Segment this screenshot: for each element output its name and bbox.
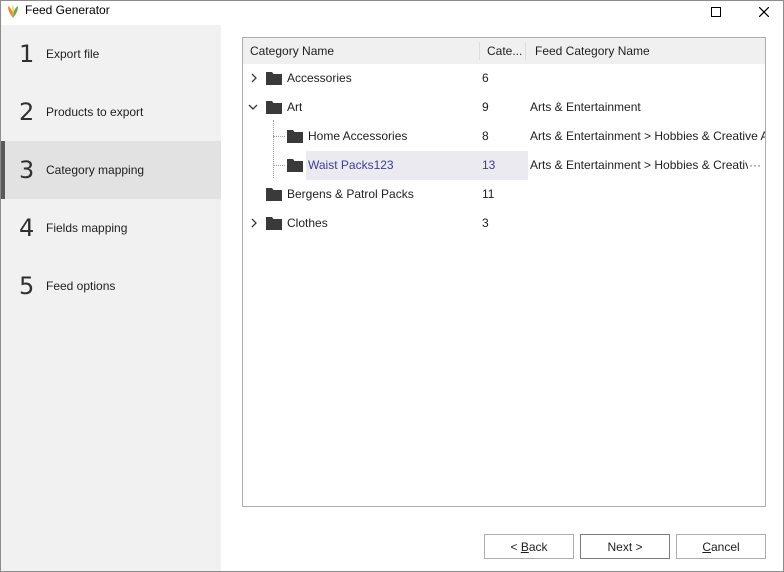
step-number: 5 — [19, 272, 35, 300]
next-button[interactable]: Next > — [580, 534, 670, 559]
step-export-file[interactable]: 1 Export file — [1, 25, 221, 83]
feed-category-name[interactable] — [530, 209, 765, 238]
category-count: 6 — [482, 71, 489, 85]
step-label: Products to export — [46, 105, 144, 119]
feed-category-name[interactable]: Arts & Entertainment — [530, 93, 765, 122]
column-separator[interactable] — [525, 42, 526, 60]
title-bar: Feed Generator — [1, 1, 783, 23]
ellipsis-button[interactable]: ··· — [749, 151, 763, 180]
step-number: 4 — [19, 214, 35, 242]
folder-icon — [266, 101, 282, 114]
column-header-category-name[interactable]: Category Name — [250, 38, 334, 64]
app-logo-icon — [8, 4, 18, 18]
step-number: 1 — [19, 40, 35, 68]
category-count: 3 — [482, 216, 489, 230]
category-name: Bergens & Patrol Packs — [287, 187, 414, 201]
cancel-button-mnemonic: C — [702, 539, 711, 554]
tree-row-selected[interactable]: Waist Packs123 13 Arts & Entertainment >… — [243, 151, 765, 180]
tree-row[interactable]: Clothes 3 — [243, 209, 765, 238]
chevron-right-icon[interactable] — [249, 218, 259, 228]
back-button-prefix: < — [510, 539, 521, 554]
feed-category-name[interactable]: Arts & Entertainment > Hobbies & Creativ… — [530, 122, 765, 151]
step-number: 3 — [19, 156, 35, 184]
category-name: Art — [287, 100, 303, 114]
category-name: Accessories — [287, 71, 352, 85]
tree-row[interactable]: Art 9 Arts & Entertainment — [243, 93, 765, 122]
chevron-right-icon[interactable] — [249, 73, 259, 83]
tree-row[interactable]: Accessories 6 — [243, 64, 765, 93]
folder-icon — [266, 72, 282, 85]
close-icon — [759, 7, 769, 17]
category-mapping-tree[interactable]: Category Name Cate... Feed Category Name… — [242, 37, 766, 507]
folder-icon — [287, 130, 303, 143]
grid-header: Category Name Cate... Feed Category Name — [243, 38, 765, 64]
category-count: 9 — [482, 100, 489, 114]
folder-icon — [266, 217, 282, 230]
step-feed-options[interactable]: 5 Feed options — [1, 257, 221, 315]
folder-icon — [287, 159, 303, 172]
back-button-mnemonic: B — [520, 539, 529, 554]
step-category-mapping[interactable]: 3 Category mapping — [1, 141, 221, 199]
chevron-down-icon[interactable] — [248, 102, 258, 112]
back-button[interactable]: < Back — [484, 534, 574, 559]
feed-category-name[interactable] — [530, 180, 765, 209]
feed-category-name[interactable] — [530, 64, 765, 93]
wizard-steps-sidebar: 1 Export file 2 Products to export 3 Cat… — [1, 25, 221, 571]
window-title: Feed Generator — [25, 3, 110, 17]
step-label: Category mapping — [46, 163, 145, 177]
step-label: Feed options — [46, 279, 116, 293]
category-name: Waist Packs123 — [308, 158, 394, 172]
cancel-button-rest: ancel — [710, 539, 740, 554]
maximize-icon — [711, 7, 721, 17]
column-separator[interactable] — [479, 42, 480, 60]
maximize-button[interactable] — [693, 1, 739, 23]
category-count: 11 — [482, 187, 495, 201]
feed-generator-window: Feed Generator 1 Export file 2 Products … — [0, 0, 784, 572]
tree-row[interactable]: Bergens & Patrol Packs 11 — [243, 180, 765, 209]
category-count: 8 — [482, 129, 489, 143]
cancel-button[interactable]: Cancel — [676, 534, 766, 559]
step-fields-mapping[interactable]: 4 Fields mapping — [1, 199, 221, 257]
step-label: Fields mapping — [46, 221, 128, 235]
category-count: 13 — [482, 158, 496, 172]
back-button-rest: ack — [528, 539, 548, 554]
step-products-to-export[interactable]: 2 Products to export — [1, 83, 221, 141]
close-button[interactable] — [741, 1, 784, 23]
step-label: Export file — [46, 47, 100, 61]
category-name: Clothes — [287, 216, 328, 230]
step-number: 2 — [19, 98, 35, 126]
folder-icon — [266, 188, 282, 201]
column-header-category-count[interactable]: Cate... — [487, 38, 522, 64]
next-button-label: Next > — [607, 539, 643, 554]
category-name: Home Accessories — [308, 129, 408, 143]
tree-row[interactable]: Home Accessories 8 Arts & Entertainment … — [243, 122, 765, 151]
column-header-feed-category-name[interactable]: Feed Category Name — [535, 38, 650, 64]
feed-category-name[interactable]: Arts & Entertainment > Hobbies & Creativ… — [530, 151, 748, 180]
